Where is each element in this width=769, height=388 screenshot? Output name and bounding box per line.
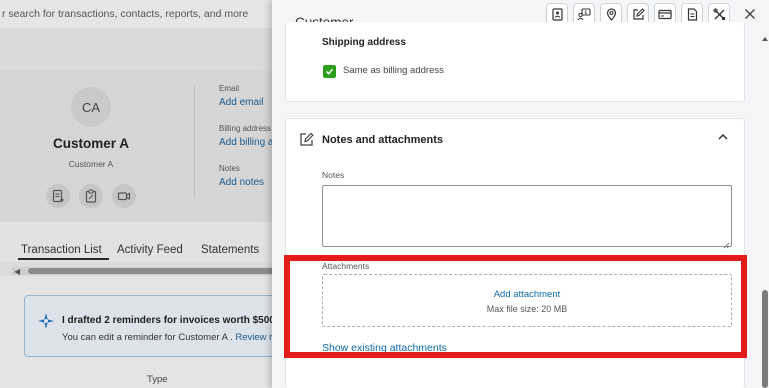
search-placeholder: r search for transactions, contacts, rep…: [2, 8, 249, 20]
receipt-add-icon: [52, 189, 64, 203]
customer-header-bar: [0, 28, 280, 71]
ai-banner-title: I drafted 2 reminders for invoices worth…: [62, 315, 289, 326]
customer-tabs: [0, 222, 280, 262]
drawer-scroll-thumb[interactable]: [762, 290, 768, 388]
active-tab-indicator: [18, 258, 109, 260]
billing-address-label: Billing address: [219, 124, 272, 133]
notes-attachments-title: Notes and attachments: [322, 134, 444, 146]
scroll-left-arrow-icon[interactable]: ◀: [14, 267, 20, 276]
edit-icon: [632, 7, 645, 20]
avatar: CA: [71, 87, 111, 127]
column-header-type: Type: [147, 374, 168, 385]
location-pin-icon: [606, 7, 616, 21]
chat-money-icon: $: [577, 7, 591, 20]
checkmark-icon: [325, 68, 334, 75]
shipping-address-card: [285, 22, 745, 102]
add-email-link[interactable]: Add email: [219, 97, 263, 108]
tab-transaction-list[interactable]: Transaction List: [21, 244, 102, 256]
tab-statements[interactable]: Statements: [201, 244, 259, 256]
resize-grip-icon[interactable]: [722, 238, 730, 252]
email-label: Email: [219, 84, 240, 93]
collapse-section-button[interactable]: [716, 130, 730, 147]
profile-divider: [194, 86, 195, 198]
card-icon: [658, 9, 672, 19]
customer-name: Customer A: [52, 136, 129, 151]
video-camera-icon: [117, 192, 131, 201]
global-search-bar[interactable]: r search for transactions, contacts, rep…: [0, 0, 280, 29]
new-invoice-button[interactable]: [46, 184, 70, 208]
add-billing-address-link[interactable]: Add billing ac: [219, 137, 278, 148]
ai-banner-text: You can edit a reminder for Customer A .: [62, 332, 236, 343]
svg-text:$: $: [584, 10, 587, 16]
scroll-up-arrow-icon[interactable]: [761, 32, 769, 46]
customer-subtitle: Customer A: [68, 159, 114, 169]
video-button[interactable]: [112, 184, 136, 208]
close-icon: [745, 9, 755, 19]
notes-field-label: Notes: [322, 170, 345, 180]
notes-label-bg: Notes: [219, 164, 240, 173]
tab-activity-feed[interactable]: Activity Feed: [117, 244, 183, 256]
clipboard-button[interactable]: [79, 184, 103, 208]
sparkle-icon: [38, 313, 54, 329]
chevron-up-icon: [718, 133, 728, 140]
notes-edit-icon: [299, 132, 314, 150]
horizontal-scroll-thumb[interactable]: [28, 268, 280, 274]
same-as-billing-label[interactable]: Same as billing address: [343, 65, 444, 76]
document-icon: [687, 7, 697, 21]
add-notes-link[interactable]: Add notes: [219, 177, 264, 188]
highlight-box: [284, 255, 747, 358]
clipboard-icon: [85, 189, 97, 203]
ai-reminder-banner: [24, 295, 296, 357]
contact-card-icon: [551, 7, 563, 21]
same-as-billing-checkbox[interactable]: [323, 65, 336, 78]
tools-icon: [712, 7, 725, 20]
ai-banner-body: You can edit a reminder for Customer A .…: [62, 332, 278, 343]
shipping-address-label: Shipping address: [322, 37, 406, 48]
notes-textarea[interactable]: [322, 185, 732, 247]
